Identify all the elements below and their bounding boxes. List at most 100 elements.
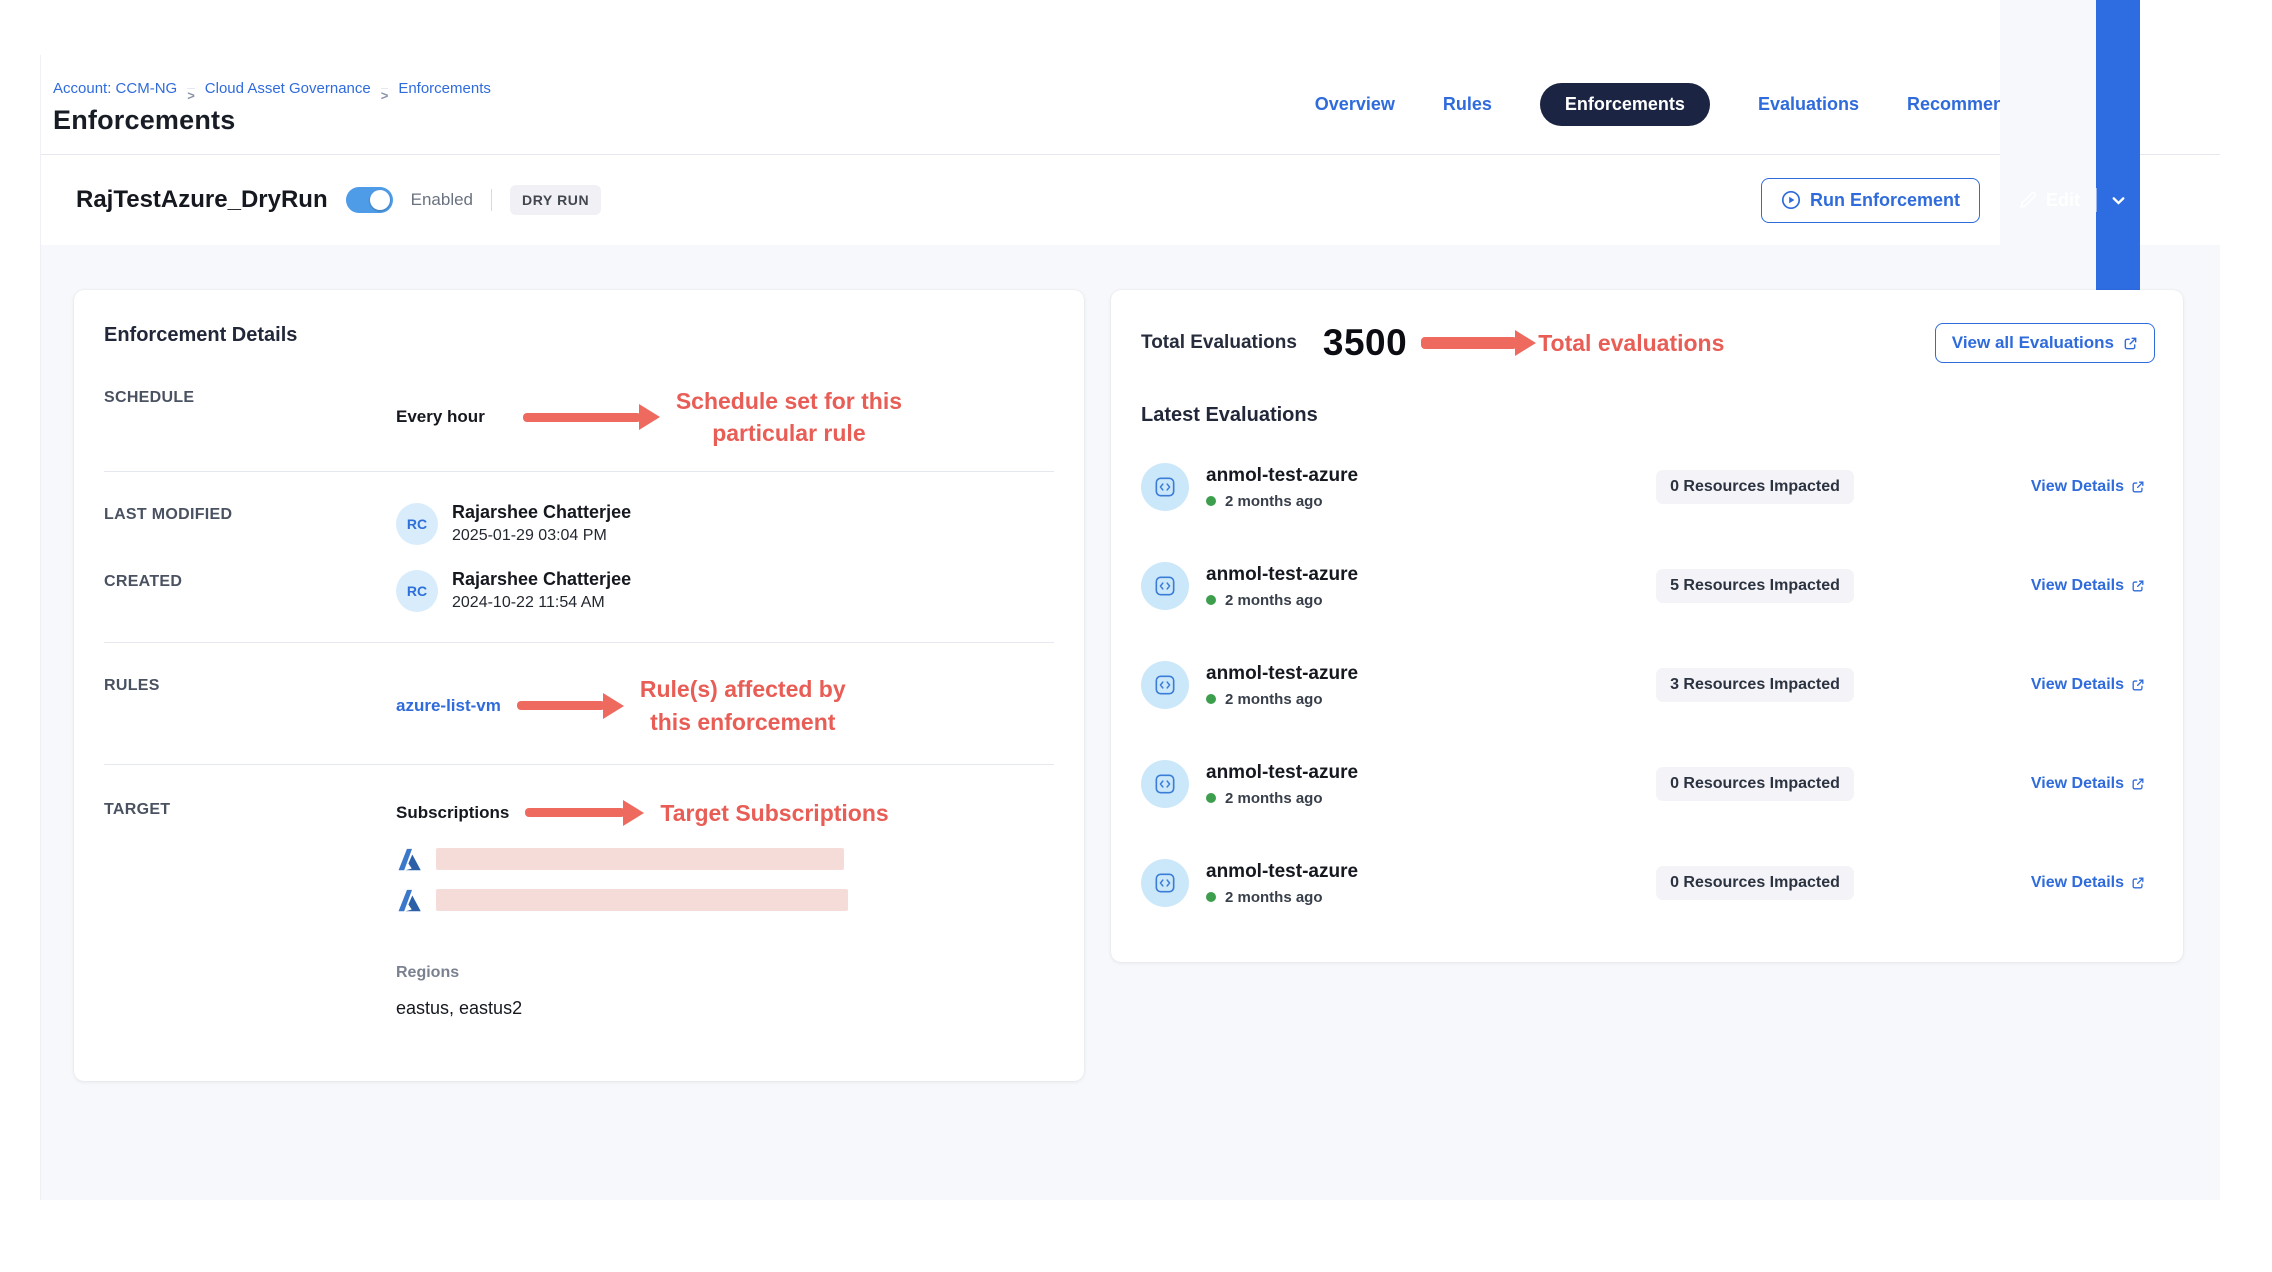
run-enforcement-label: Run Enforcement <box>1810 190 1960 211</box>
latest-evaluations-title: Latest Evaluations <box>1141 404 2155 427</box>
tab-enforcements[interactable]: Enforcements <box>1540 83 1710 126</box>
evaluation-time: 2 months ago <box>1225 691 1323 708</box>
view-details-link[interactable]: View Details <box>2031 874 2155 892</box>
schedule-value: Every hour <box>396 407 485 427</box>
avatar: RC <box>396 570 438 612</box>
annotation-arrow <box>525 799 644 827</box>
chevron-down-icon <box>2110 192 2127 209</box>
view-details-label: View Details <box>2031 577 2124 595</box>
breadcrumb-separator: > <box>381 88 389 89</box>
rule-code-icon <box>1141 463 1189 511</box>
total-evaluations-value: 3500 <box>1323 322 1407 364</box>
status-dot <box>1206 595 1216 605</box>
annotation-arrow <box>517 692 624 720</box>
enforcement-name: RajTestAzure_DryRun <box>76 186 328 214</box>
enabled-toggle[interactable] <box>346 187 393 213</box>
regions-label: Regions <box>396 964 1054 982</box>
breadcrumb-account-link[interactable]: Account: CCM-NG <box>53 80 177 97</box>
evaluation-row: anmol-test-azure 2 months ago 0 Resource… <box>1141 437 2155 536</box>
target-type: Subscriptions <box>396 803 509 823</box>
status-dot <box>1206 892 1216 902</box>
redacted-subscription-name <box>436 889 848 911</box>
azure-logo-icon <box>396 887 423 914</box>
external-link-icon <box>2123 336 2138 351</box>
evaluation-row: anmol-test-azure 2 months ago 3 Resource… <box>1141 635 2155 734</box>
azure-logo-icon <box>396 846 423 873</box>
page-title: Enforcements <box>53 105 491 136</box>
evaluation-row: anmol-test-azure 2 months ago 0 Resource… <box>1141 833 2155 932</box>
status-dot <box>1206 496 1216 506</box>
external-link-icon <box>2131 777 2145 791</box>
dry-run-badge: DRY RUN <box>510 185 601 215</box>
external-link-icon <box>2131 678 2145 692</box>
enforcement-toolbar: RajTestAzure_DryRun Enabled DRY RUN Run … <box>41 155 2220 245</box>
evaluation-name: anmol-test-azure <box>1206 861 1358 883</box>
created-time: 2024-10-22 11:54 AM <box>452 594 631 612</box>
external-link-icon <box>2131 480 2145 494</box>
breadcrumb-module-link[interactable]: Cloud Asset Governance <box>205 80 371 97</box>
run-enforcement-button[interactable]: Run Enforcement <box>1761 178 1980 223</box>
breadcrumb-separator: > <box>187 88 195 89</box>
schedule-label: SCHEDULE <box>104 385 396 407</box>
view-all-evaluations-label: View all Evaluations <box>1952 333 2114 353</box>
evaluation-row: anmol-test-azure 2 months ago 0 Resource… <box>1141 734 2155 833</box>
external-link-icon <box>2131 579 2145 593</box>
app-content: Account: CCM-NG > Cloud Asset Governance… <box>40 55 2220 1200</box>
view-details-label: View Details <box>2031 775 2124 793</box>
tab-rules[interactable]: Rules <box>1443 94 1492 115</box>
evaluation-time: 2 months ago <box>1225 790 1323 807</box>
created-label: CREATED <box>104 569 396 591</box>
resources-impacted-badge: 0 Resources Impacted <box>1656 866 1854 900</box>
play-circle-icon <box>1781 190 1801 210</box>
avatar: RC <box>396 503 438 545</box>
redacted-subscription-name <box>436 848 844 870</box>
total-evaluations-label: Total Evaluations <box>1141 332 1297 354</box>
view-details-link[interactable]: View Details <box>2031 577 2155 595</box>
rule-code-icon <box>1141 562 1189 610</box>
schedule-annotation: Schedule set for this particular rule <box>676 385 902 449</box>
rules-annotation: Rule(s) affected by this enforcement <box>640 673 846 737</box>
edit-menu-button[interactable] <box>2097 192 2140 209</box>
details-card-title: Enforcement Details <box>104 324 1054 347</box>
edit-button-label: Edit <box>2046 190 2080 211</box>
status-dot <box>1206 793 1216 803</box>
rule-link[interactable]: azure-list-vm <box>396 696 501 716</box>
view-all-evaluations-button[interactable]: View all Evaluations <box>1935 323 2155 363</box>
evaluation-time: 2 months ago <box>1225 889 1323 906</box>
external-link-icon <box>2131 876 2145 890</box>
view-details-label: View Details <box>2031 676 2124 694</box>
view-details-link[interactable]: View Details <box>2031 775 2155 793</box>
evaluations-card: Total Evaluations 3500 Total evaluations… <box>1111 290 2183 962</box>
annotation-arrow <box>1421 329 1536 357</box>
annotation-arrow <box>523 403 660 431</box>
total-annotation: Total evaluations <box>1538 327 1724 359</box>
regions-value: eastus, eastus2 <box>396 998 1054 1019</box>
evaluation-time: 2 months ago <box>1225 493 1323 510</box>
rule-code-icon <box>1141 859 1189 907</box>
evaluation-time: 2 months ago <box>1225 592 1323 609</box>
target-label: TARGET <box>104 797 396 819</box>
evaluation-name: anmol-test-azure <box>1206 762 1358 784</box>
divider <box>491 189 492 211</box>
tab-overview[interactable]: Overview <box>1315 94 1395 115</box>
breadcrumb: Account: CCM-NG > Cloud Asset Governance… <box>53 80 491 97</box>
resources-impacted-badge: 3 Resources Impacted <box>1656 668 1854 702</box>
last-modified-time: 2025-01-29 03:04 PM <box>452 527 631 545</box>
last-modified-user: Rajarshee Chatterjee <box>452 502 631 523</box>
pencil-icon <box>2018 191 2037 210</box>
view-details-link[interactable]: View Details <box>2031 478 2155 496</box>
view-details-label: View Details <box>2031 874 2124 892</box>
rule-code-icon <box>1141 661 1189 709</box>
resources-impacted-badge: 0 Resources Impacted <box>1656 767 1854 801</box>
enforcement-details-card: Enforcement Details SCHEDULE Every hour … <box>74 290 1084 1081</box>
evaluation-name: anmol-test-azure <box>1206 465 1358 487</box>
breadcrumb-page-link[interactable]: Enforcements <box>398 80 491 97</box>
evaluation-name: anmol-test-azure <box>1206 564 1358 586</box>
rule-code-icon <box>1141 760 1189 808</box>
resources-impacted-badge: 0 Resources Impacted <box>1656 470 1854 504</box>
rules-label: RULES <box>104 673 396 695</box>
view-details-link[interactable]: View Details <box>2031 676 2155 694</box>
main-section: Enforcement Details SCHEDULE Every hour … <box>41 245 2220 1200</box>
last-modified-label: LAST MODIFIED <box>104 502 396 524</box>
target-annotation: Target Subscriptions <box>660 797 888 829</box>
